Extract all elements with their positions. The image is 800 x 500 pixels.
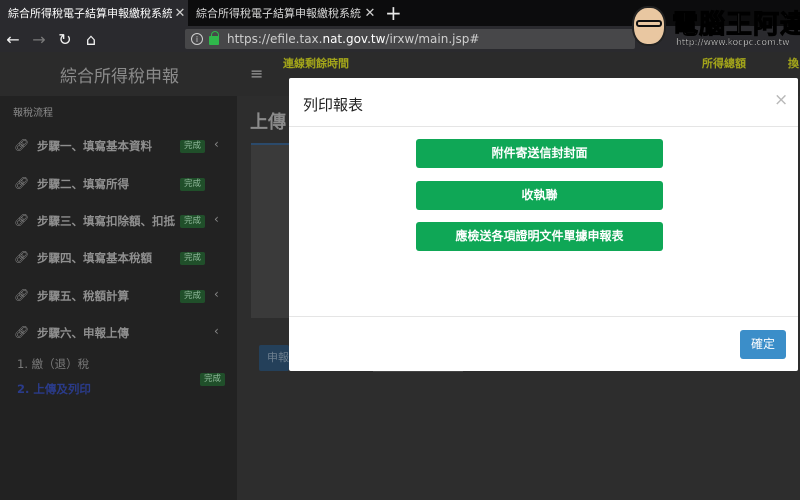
forward-arrow-icon[interactable]: → [26,30,52,49]
page-title: 上傳 [250,112,286,133]
url-path: /irxw/main.jsp# [385,32,480,46]
link-icon: 🔗︎ [14,138,30,152]
substep-tax-payment[interactable]: 1. 繳（退）稅 [17,356,89,372]
submit-button[interactable]: 申報 [259,345,289,371]
step-label: 步驟四、填寫基本稅額 [37,251,152,265]
tab-close-icon[interactable]: ✕ [172,6,188,21]
link-icon: 🔗︎ [14,176,30,190]
app-title: 綜合所得稅申報 [60,67,179,87]
reload-icon[interactable]: ↻ [52,30,78,49]
sidebar-step-4[interactable]: 🔗︎ 步驟四、填寫基本稅額 完成 [0,239,237,276]
header-extra-label[interactable]: 換 [788,55,799,71]
dialog-title: 列印報表 [303,96,364,114]
sidebar-step-1[interactable]: 🔗︎ 步驟一、填寫基本資料 完成 ‹ [0,127,237,164]
step-label: 步驟三、填寫扣除額、扣抵 [37,214,175,228]
print-report-dialog: 列印報表 × 附件寄送信封封面 收執聯 應檢送各項證明文件單據申報表 確定 [289,78,798,371]
watermark-url: http://www.kocpc.com.tw [676,38,790,48]
link-icon: 🔗︎ [14,325,30,339]
print-receipt-button[interactable]: 收執聯 [416,181,663,210]
menu-icon[interactable]: ≡ [250,64,263,83]
step-label: 步驟一、填寫基本資料 [37,139,152,153]
tab-close-icon[interactable]: ✕ [362,6,378,21]
url-prefix: https://efile.tax. [227,32,323,46]
print-envelope-cover-button[interactable]: 附件寄送信封封面 [416,139,663,168]
total-income-label: 所得總額 [702,57,746,70]
lock-icon [209,31,219,45]
link-icon: 🔗︎ [14,250,30,264]
sidebar-step-5[interactable]: 🔗︎ 步驟五、稅額計算 完成 ‹ [0,277,237,314]
link-icon: 🔗︎ [14,288,30,302]
watermark-brand: 電腦王阿達 [671,10,800,41]
status-badge: 完成 [180,140,206,153]
new-tab-button[interactable]: + [385,1,402,25]
sidebar-step-2[interactable]: 🔗︎ 步驟二、填寫所得 完成 [0,165,237,202]
confirm-button[interactable]: 確定 [740,330,786,359]
status-badge: 完成 [180,215,206,228]
chevron-left-icon[interactable]: ‹ [214,137,219,151]
link-icon: 🔗︎ [14,213,30,227]
info-icon[interactable]: i [191,33,203,45]
step-label: 步驟五、稅額計算 [37,289,129,303]
watermark-logo: 電腦王阿達 http://www.kocpc.com.tw [628,4,800,52]
sidebar-step-6[interactable]: 🔗︎ 步驟六、申報上傳 ‹ [0,314,237,351]
substep-upload-print[interactable]: 2. 上傳及列印 [17,381,91,397]
address-bar[interactable]: i https://efile.tax. nat.gov.tw/irxw/main… [185,29,635,49]
status-badge: 完成 [180,252,206,265]
sidebar-heading: 報稅流程 [13,108,53,119]
tab-title: 綜合所得稅電子結算申報繳稅系統 [8,7,172,20]
status-badge: 完成 [180,290,206,303]
close-icon[interactable]: × [774,90,788,110]
session-timer-label: 連線剩餘時間 [283,57,349,70]
content-panel [251,143,291,318]
back-arrow-icon[interactable]: ← [0,30,26,49]
mascot-glasses-icon [636,20,662,27]
chevron-left-icon[interactable]: ‹ [214,324,219,338]
browser-tab[interactable]: 綜合所得稅電子結算申報繳稅系統 ✕ [188,0,378,26]
divider [289,126,798,127]
sidebar-step-3[interactable]: 🔗︎ 步驟三、填寫扣除額、扣抵 完成 ‹ [0,202,237,239]
divider [289,316,798,317]
status-badge: 完成 [200,373,226,386]
browser-tab-active[interactable]: 綜合所得稅電子結算申報繳稅系統 ✕ [0,0,188,26]
chevron-left-icon[interactable]: ‹ [214,212,219,226]
step-label: 步驟二、填寫所得 [37,177,129,191]
print-documents-list-button[interactable]: 應檢送各項證明文件單據申報表 [416,222,663,251]
chevron-left-icon[interactable]: ‹ [214,287,219,301]
home-icon[interactable]: ⌂ [78,30,104,49]
url-host: nat.gov.tw [322,32,386,46]
tab-title: 綜合所得稅電子結算申報繳稅系統 [196,7,361,20]
status-badge: 完成 [180,178,206,191]
step-label: 步驟六、申報上傳 [37,326,129,340]
